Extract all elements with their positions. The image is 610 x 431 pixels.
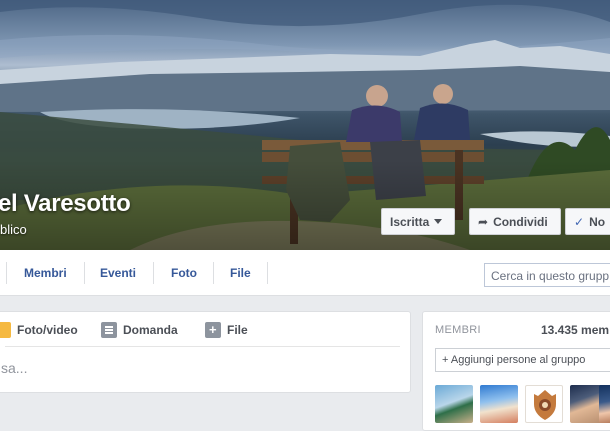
emblem-icon [534, 390, 556, 420]
file-label: File [227, 323, 248, 337]
share-button-label: Condividi [493, 214, 548, 229]
checkmark-icon: ✓ [574, 214, 585, 229]
composer-input[interactable]: sa... [1, 360, 27, 376]
tab-photos[interactable]: Foto [171, 250, 197, 296]
post-composer: Foto/video Domanda File sa... [0, 311, 411, 393]
photo-icon [0, 322, 11, 338]
tab-events[interactable]: Eventi [100, 250, 136, 296]
photo-video-label: Foto/video [17, 323, 78, 337]
members-card: MEMBRI 13.435 mem + Aggiungi persone al … [422, 311, 610, 431]
share-button[interactable]: ➦ Condividi [469, 208, 561, 235]
nav-divider [213, 262, 214, 284]
question-icon [101, 322, 117, 338]
file-add-icon [205, 322, 221, 338]
group-title[interactable]: el Varesotto [0, 190, 131, 218]
notifications-button-label: No [589, 214, 606, 229]
member-avatar[interactable] [599, 385, 610, 423]
nav-divider [267, 262, 268, 284]
notifications-button[interactable]: ✓ No [565, 208, 610, 235]
group-search-input[interactable]: Cerca in questo grupp [484, 263, 610, 287]
joined-button[interactable]: Iscritta [381, 208, 455, 235]
file-action[interactable]: File [205, 320, 248, 340]
tab-members[interactable]: Membri [24, 250, 67, 296]
nav-divider [84, 262, 85, 284]
nav-divider [153, 262, 154, 284]
tab-files[interactable]: File [230, 250, 251, 296]
nav-divider [6, 262, 7, 284]
joined-button-label: Iscritta [390, 214, 430, 229]
share-arrow-icon: ➦ [478, 214, 489, 229]
question-label: Domanda [123, 323, 178, 337]
add-people-input[interactable]: + Aggiungi persone al gruppo [435, 348, 610, 372]
members-count[interactable]: 13.435 mem [541, 323, 609, 337]
photo-video-action[interactable]: Foto/video [0, 320, 78, 340]
group-privacy-label: blico [0, 222, 27, 237]
caret-down-icon [434, 219, 443, 224]
member-avatar[interactable] [480, 385, 518, 423]
member-avatar[interactable] [435, 385, 473, 423]
composer-divider [5, 346, 400, 347]
question-action[interactable]: Domanda [101, 320, 178, 340]
members-heading[interactable]: MEMBRI [435, 324, 481, 336]
member-avatar[interactable] [525, 385, 563, 423]
